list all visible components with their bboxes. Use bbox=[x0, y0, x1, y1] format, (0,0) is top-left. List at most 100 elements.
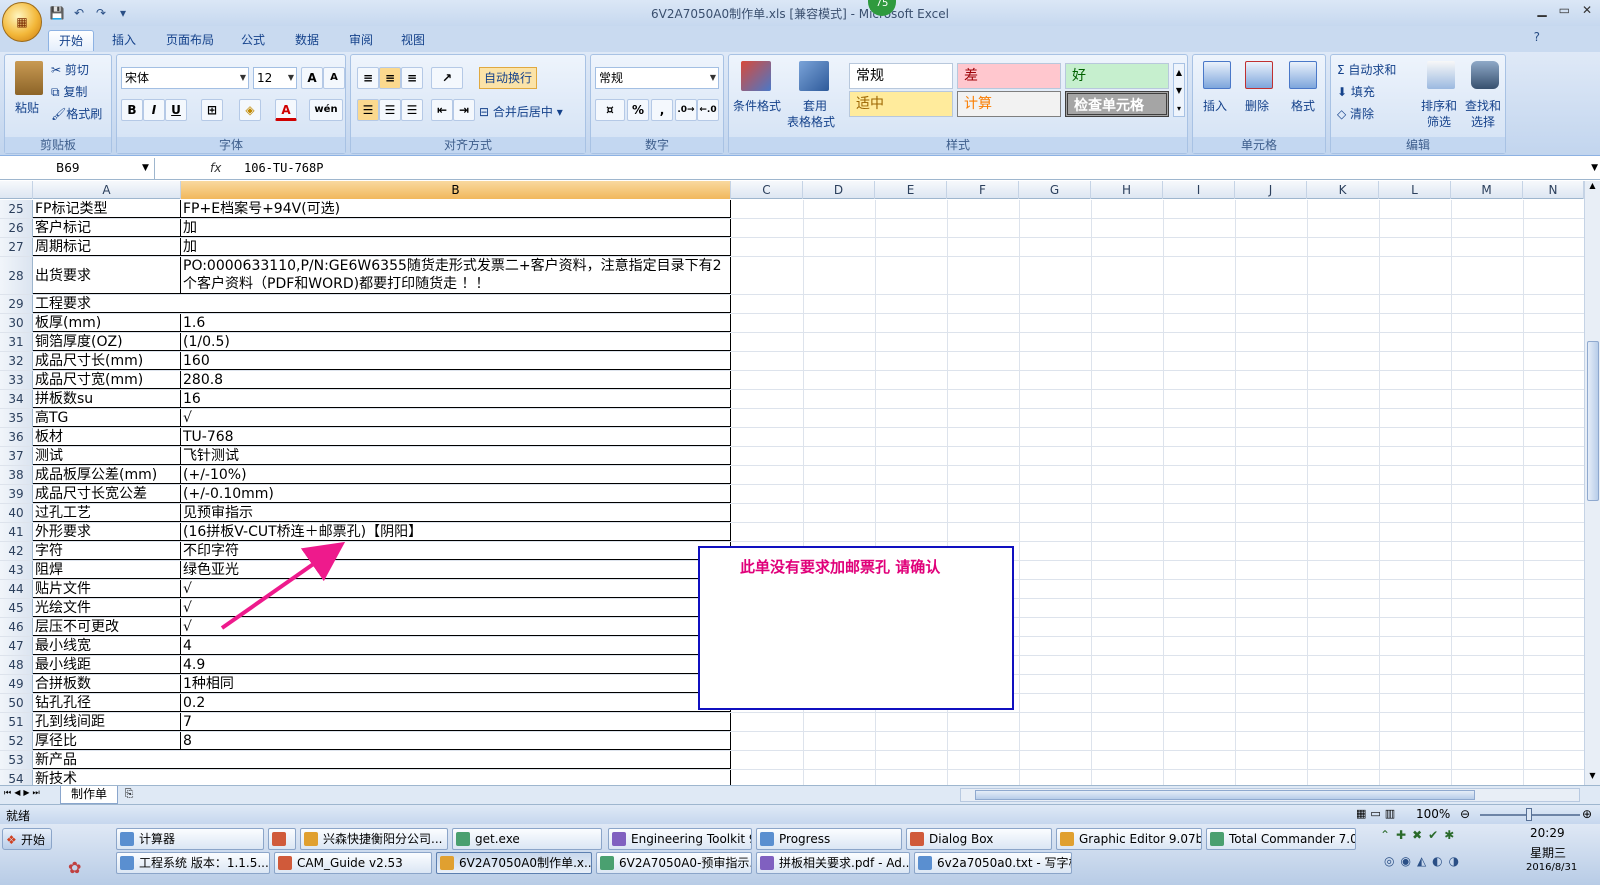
sheet-tab-active[interactable]: 制作单 bbox=[60, 786, 119, 804]
cell-a[interactable]: 字符 bbox=[33, 542, 181, 560]
row-header[interactable]: 47 bbox=[0, 637, 33, 655]
row-header[interactable]: 50 bbox=[0, 694, 33, 712]
cell-a[interactable]: 铜箔厚度(OZ) bbox=[33, 333, 181, 351]
tray-icons-row1[interactable]: ⌃✚✖✔✱ bbox=[1380, 828, 1460, 842]
row-header[interactable]: 53 bbox=[0, 751, 33, 769]
expand-formula-bar-icon[interactable]: ▼ bbox=[1591, 158, 1598, 179]
column-header-j[interactable]: J bbox=[1235, 181, 1307, 199]
column-header-f[interactable]: F bbox=[947, 181, 1019, 199]
row-header[interactable]: 54 bbox=[0, 770, 33, 785]
column-header-g[interactable]: G bbox=[1019, 181, 1091, 199]
cell-a[interactable]: 光绘文件 bbox=[33, 599, 181, 617]
row-header[interactable]: 37 bbox=[0, 447, 33, 465]
cell-b[interactable]: 飞针测试 bbox=[181, 447, 731, 465]
cell-b[interactable]: 280.8 bbox=[181, 371, 731, 389]
customize-qat-icon[interactable]: ▾ bbox=[114, 5, 132, 21]
row-header[interactable]: 51 bbox=[0, 713, 33, 731]
taskbar-button[interactable]: Total Commander 7.0 ... bbox=[1206, 828, 1356, 850]
row-header[interactable]: 33 bbox=[0, 371, 33, 389]
taskbar-button[interactable]: get.exe bbox=[452, 828, 602, 850]
align-middle-button[interactable]: ≡ bbox=[379, 67, 401, 89]
style-good[interactable]: 好 bbox=[1065, 63, 1169, 89]
cell-b[interactable]: (1/0.5) bbox=[181, 333, 731, 351]
cell-a[interactable]: 外形要求 bbox=[33, 523, 181, 541]
cell-a[interactable]: 测试 bbox=[33, 447, 181, 465]
row-header[interactable]: 38 bbox=[0, 466, 33, 484]
tab-home[interactable]: 开始 bbox=[48, 30, 94, 51]
sheet-nav-arrows[interactable]: ⏮◀▶⏭ bbox=[4, 788, 43, 798]
row-header[interactable]: 28 bbox=[0, 257, 33, 294]
cell-a[interactable]: 成品尺寸长宽公差 bbox=[33, 485, 181, 503]
cell-a[interactable]: 高TG bbox=[33, 409, 181, 427]
cell-a[interactable]: FP标记类型 bbox=[33, 200, 181, 218]
cell-a[interactable]: 最小线宽 bbox=[33, 637, 181, 655]
taskbar-button[interactable]: Progress bbox=[756, 828, 902, 850]
row-header[interactable]: 45 bbox=[0, 599, 33, 617]
row-header[interactable]: 36 bbox=[0, 428, 33, 446]
taskbar-button[interactable]: 6v2a7050a0.txt - 写字板 bbox=[914, 852, 1072, 874]
vertical-scrollbar[interactable]: ▲ ▼ bbox=[1584, 181, 1600, 785]
cell-a[interactable]: 钻孔孔径 bbox=[33, 694, 181, 712]
cell-b[interactable]: 加 bbox=[181, 238, 731, 256]
cell-a[interactable]: 合拼板数 bbox=[33, 675, 181, 693]
find-select-button[interactable]: 查找和 bbox=[1465, 97, 1501, 114]
row-header[interactable]: 41 bbox=[0, 523, 33, 541]
scroll-thumb[interactable] bbox=[1587, 341, 1599, 501]
conditional-format-button[interactable]: 条件格式 bbox=[733, 97, 781, 114]
row-header[interactable]: 44 bbox=[0, 580, 33, 598]
section-header-cell[interactable]: 新技术 bbox=[33, 770, 731, 785]
taskbar-button[interactable]: 兴森快捷衡阳分公司... bbox=[300, 828, 448, 850]
tab-data[interactable]: 数据 bbox=[290, 30, 324, 50]
cell-a[interactable]: 成品尺寸宽(mm) bbox=[33, 371, 181, 389]
cell-b[interactable]: 绿色亚光 bbox=[181, 561, 731, 579]
column-header-i[interactable]: I bbox=[1163, 181, 1235, 199]
column-header-a[interactable]: A bbox=[33, 181, 181, 199]
autosum-button[interactable]: Σ 自动求和 bbox=[1337, 61, 1396, 78]
taskbar-button[interactable]: Engineering Toolkit 9.0... bbox=[608, 828, 752, 850]
cell-a[interactable]: 最小线距 bbox=[33, 656, 181, 674]
row-header[interactable]: 31 bbox=[0, 333, 33, 351]
align-center-button[interactable]: ☰ bbox=[379, 99, 401, 121]
cell-b[interactable]: 16 bbox=[181, 390, 731, 408]
cell-b[interactable]: 8 bbox=[181, 732, 731, 750]
format-cells-button[interactable]: 格式 bbox=[1291, 97, 1315, 114]
row-header[interactable]: 39 bbox=[0, 485, 33, 503]
fill-button[interactable]: ⬇ 填充 bbox=[1337, 83, 1375, 100]
cell-a[interactable]: 成品板厚公差(mm) bbox=[33, 466, 181, 484]
column-header-b[interactable]: B bbox=[181, 181, 731, 199]
cell-b[interactable]: 加 bbox=[181, 219, 731, 237]
taskbar-button[interactable]: 工程系统 版本：1.1.5... bbox=[116, 852, 270, 874]
cell-b[interactable]: (16拼板V-CUT桥连＋邮票孔)【阴阳】 bbox=[181, 523, 731, 541]
office-button[interactable]: ▦ bbox=[2, 2, 42, 42]
taskbar-button[interactable]: 拼板相关要求.pdf - Ad... bbox=[756, 852, 910, 874]
style-bad[interactable]: 差 bbox=[957, 63, 1061, 89]
currency-button[interactable]: ¤ bbox=[595, 99, 625, 121]
tab-page-layout[interactable]: 页面布局 bbox=[160, 30, 220, 50]
styles-scroll[interactable]: ▲ ▼ ▾ bbox=[1173, 63, 1185, 117]
row-header[interactable]: 34 bbox=[0, 390, 33, 408]
row-header[interactable]: 43 bbox=[0, 561, 33, 579]
cell-b[interactable]: TU-768 bbox=[181, 428, 731, 446]
cell-b[interactable]: (+/-0.10mm) bbox=[181, 485, 731, 503]
row-header[interactable]: 32 bbox=[0, 352, 33, 370]
cut-button[interactable]: ✂ 剪切 bbox=[51, 61, 89, 78]
tray-icons-row2[interactable]: ◎◉◭◐◑ bbox=[1384, 854, 1465, 868]
scroll-down-icon[interactable]: ▼ bbox=[1585, 771, 1600, 785]
taskbar-button[interactable] bbox=[268, 828, 296, 850]
percent-button[interactable]: % bbox=[627, 99, 649, 121]
row-header[interactable]: 27 bbox=[0, 238, 33, 256]
cell-b[interactable]: 不印字符 bbox=[181, 542, 731, 560]
shrink-font-button[interactable]: A bbox=[323, 67, 345, 89]
taskbar-button[interactable]: 计算器 bbox=[116, 828, 264, 850]
cell-a[interactable]: 成品尺寸长(mm) bbox=[33, 352, 181, 370]
cell-b[interactable]: √ bbox=[181, 618, 731, 636]
format-painter-button[interactable]: 🖌格式刷 bbox=[51, 105, 102, 122]
align-left-button[interactable]: ☰ bbox=[357, 99, 379, 121]
horizontal-scrollbar[interactable] bbox=[960, 788, 1580, 802]
comment-box[interactable]: 此单没有要求加邮票孔 请确认 bbox=[698, 546, 1014, 710]
insert-function-button[interactable]: fx bbox=[210, 158, 221, 179]
style-neutral[interactable]: 适中 bbox=[849, 91, 953, 117]
cell-a[interactable]: 周期标记 bbox=[33, 238, 181, 256]
cell-a[interactable]: 贴片文件 bbox=[33, 580, 181, 598]
row-header[interactable]: 42 bbox=[0, 542, 33, 560]
